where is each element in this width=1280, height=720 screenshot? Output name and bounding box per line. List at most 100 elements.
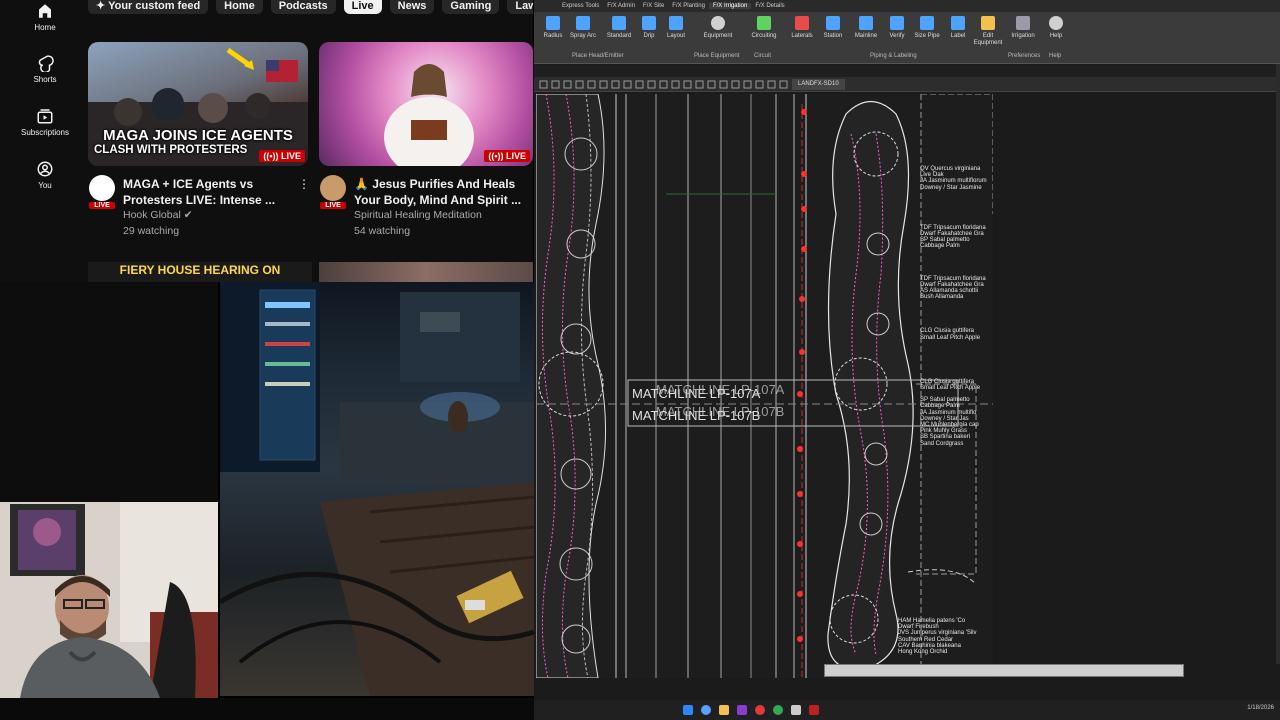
thumbnail-figure-image <box>384 64 474 166</box>
tab-fx-site[interactable]: F/X Site <box>639 3 668 9</box>
drawing-tools-icons <box>539 80 788 89</box>
youtube-side-rail: Home Shorts Subscriptions You <box>0 0 90 282</box>
tool-equipment-label: Equipment <box>703 33 733 39</box>
tool-label[interactable]: Label <box>941 16 975 40</box>
plant-callout: Small Leaf Pitch Apple <box>920 334 981 341</box>
tool-standard[interactable]: Standard <box>602 16 636 40</box>
app-gray-icon[interactable] <box>791 705 801 715</box>
tool-station[interactable]: Station <box>816 16 850 40</box>
live-broadcast-icon: ((•)) <box>263 151 279 161</box>
group-place-equipment: Place Equipment <box>694 53 740 59</box>
tab-fx-planting[interactable]: F/X Planting <box>668 3 709 9</box>
drawing-toolbar: LANDFX-SD10 <box>534 77 1280 92</box>
matchline-label-b-ghost: MATCHLINE LP-107B <box>656 404 785 419</box>
group-place-head: Place Head/Emitter <box>572 53 624 59</box>
group-piping-labeling: Piping & Labeling <box>870 53 917 59</box>
drip-icon <box>642 16 656 30</box>
verified-check-icon: ✔ <box>183 209 193 221</box>
tool-size-pipe[interactable]: Size Pipe <box>910 16 944 40</box>
rail-item-shorts[interactable]: Shorts <box>18 54 72 84</box>
watching-count-1: 29 watching <box>123 225 180 237</box>
chrome-icon[interactable] <box>773 705 783 715</box>
file-explorer-icon[interactable] <box>719 705 729 715</box>
chip-news[interactable]: News <box>389 0 435 14</box>
video-thumbnail-4[interactable] <box>319 262 533 282</box>
rail-label-shorts: Shorts <box>33 75 57 84</box>
tool-verify-label: Verify <box>889 33 905 39</box>
tab-express-tools[interactable]: Express Tools <box>558 3 603 9</box>
chip-custom-feed[interactable]: ✦ Your custom feed <box>88 0 209 14</box>
ribbon-toolbar: Radius Spray Arc Standard Drip Layout Eq… <box>534 12 1280 64</box>
tool-laterals[interactable]: Laterals <box>785 16 819 40</box>
tab-fx-irrigation[interactable]: F/X Irrigation <box>708 3 752 9</box>
live-broadcast-icon: ((•)) <box>488 151 504 161</box>
tool-equipment[interactable]: Equipment <box>701 16 735 40</box>
tool-radius[interactable]: Radius <box>536 16 570 40</box>
rail-item-you[interactable]: You <box>18 160 72 190</box>
size-pipe-icon <box>920 16 934 30</box>
tab-fx-admin[interactable]: F/X Admin <box>603 3 639 9</box>
help-icon <box>1049 16 1063 30</box>
tool-irrigation-prefs[interactable]: Irrigation <box>1006 16 1040 40</box>
tool-irrigation-label: Irrigation <box>1011 33 1035 39</box>
ribbon-tabs: Express Tools F/X Admin F/X Site F/X Pla… <box>534 0 1280 12</box>
search-icon[interactable] <box>701 705 711 715</box>
plant-callout: Bush Allamanda <box>920 294 964 301</box>
channel-name-1[interactable]: Hook Global ✔ <box>123 209 193 221</box>
chip-home[interactable]: Home <box>216 0 263 14</box>
tool-layout[interactable]: Layout <box>659 16 693 40</box>
more-options-icon[interactable]: ⋮ <box>298 177 310 191</box>
video-thumbnail-1[interactable]: MAGA JOINS ICE AGENTS CLASH WITH PROTEST… <box>88 42 308 166</box>
plant-callout: Sand Cordgrass <box>920 440 964 447</box>
webcam-image <box>0 502 218 698</box>
irrigation-preferences-icon <box>1016 16 1030 30</box>
tool-station-label: Station <box>823 33 843 39</box>
app-purple-icon[interactable] <box>737 705 747 715</box>
vertical-scrollbar[interactable] <box>1276 64 1280 664</box>
channel-avatar-2[interactable]: LIVE <box>320 175 346 209</box>
command-line[interactable] <box>824 664 1184 677</box>
sparkle-icon: ✦ <box>96 0 106 12</box>
start-icon[interactable] <box>683 705 693 715</box>
subscriptions-icon <box>37 109 53 124</box>
tool-spray-arc[interactable]: Spray Arc <box>566 16 600 40</box>
tool-edit-equipment[interactable]: Edit Equipment <box>971 16 1005 47</box>
tray-date: 1/18/2026 <box>1247 705 1274 711</box>
avatar-live-tag-2: LIVE <box>320 202 346 209</box>
drawing-canvas[interactable]: MATCHLINE LP-107A MATCHLINE LP-107B MATC… <box>535 93 994 679</box>
tool-circuiting[interactable]: Circuiting <box>747 16 781 40</box>
cad-blank-area <box>993 94 1280 678</box>
home-icon <box>39 4 51 18</box>
label-icon <box>951 16 965 30</box>
chip-gaming[interactable]: Gaming <box>442 0 500 14</box>
rail-item-subscriptions[interactable]: Subscriptions <box>18 107 72 137</box>
tab-fx-details[interactable]: F/X Details <box>751 3 788 9</box>
drawing-file-tab[interactable]: LANDFX-SD10 <box>792 79 845 90</box>
tool-verify[interactable]: Verify <box>880 16 914 40</box>
tool-standard-label: Standard <box>606 33 632 39</box>
spray-arc-icon <box>576 16 590 30</box>
rail-label-subscriptions: Subscriptions <box>20 128 70 137</box>
chip-podcasts[interactable]: Podcasts <box>270 0 336 14</box>
video-title-1[interactable]: MAGA + ICE Agents vs Protesters LIVE: In… <box>123 176 303 208</box>
live-badge-1-label: LIVE <box>280 151 301 161</box>
plant-callout: Cabbage Palm <box>920 243 960 250</box>
plant-callout: Small Leaf Pitch Apple <box>920 385 981 392</box>
tool-help[interactable]: Help <box>1039 16 1073 40</box>
video-thumbnail-3[interactable]: FIERY HOUSE HEARING ON <box>88 262 312 282</box>
video-title-2[interactable]: 🙏 Jesus Purifies And Heals Your Body, Mi… <box>354 176 529 208</box>
channel-avatar-1[interactable]: LIVE <box>89 175 115 209</box>
cad-app-icon[interactable] <box>809 705 819 715</box>
app-red-icon[interactable] <box>755 705 765 715</box>
rail-item-home[interactable]: Home <box>18 2 72 32</box>
matchline-label-a-ghost: MATCHLINE LP-107A <box>656 382 785 397</box>
chip-law-enforcement[interactable]: Law enfo <box>507 0 533 14</box>
tool-laterals-label: Laterals <box>791 33 813 39</box>
video-thumbnail-2[interactable]: ((•)) LIVE <box>319 42 533 166</box>
tool-mainline[interactable]: Mainline <box>849 16 883 40</box>
group-preferences: Preferences <box>1008 53 1041 59</box>
channel-name-2[interactable]: Spiritual Healing Meditation <box>354 209 482 221</box>
tool-size-pipe-label: Size Pipe <box>914 33 940 39</box>
chip-live[interactable]: Live <box>343 0 382 14</box>
live-badge-1: ((•)) LIVE <box>259 150 305 162</box>
